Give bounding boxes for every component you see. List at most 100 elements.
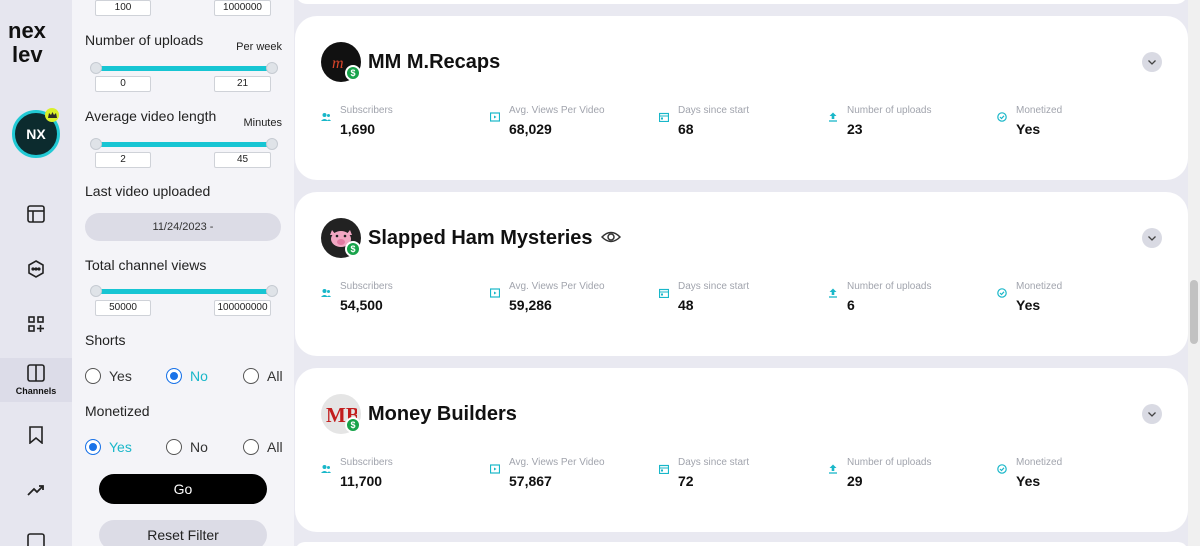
channel-name[interactable]: Money Builders [368, 403, 517, 426]
total-views-label: Total channel views [85, 257, 207, 273]
total-views-min-input[interactable]: 50000 [95, 300, 151, 316]
upload-icon [829, 288, 837, 298]
svg-text:lev: lev [12, 42, 43, 66]
video-length-min-handle[interactable] [90, 138, 102, 150]
video-length-min-input[interactable]: 2 [95, 152, 151, 168]
channel-card[interactable]: MB $ Money Builders Subscribers 11,700 A… [295, 368, 1188, 532]
chat-icon [28, 260, 44, 278]
monetized-radio-group: Yes No All [85, 439, 285, 459]
users-icon [321, 465, 331, 473]
go-button[interactable]: Go [99, 474, 267, 504]
rail-item-more[interactable] [0, 520, 72, 546]
days-value: 72 [678, 473, 694, 489]
rail-item-channels[interactable]: Channels [0, 358, 72, 402]
video-icon [490, 288, 500, 298]
bookmark-icon [29, 426, 43, 444]
monetized-value: Yes [1016, 473, 1041, 489]
total-views-max-input[interactable]: 100000000 [214, 300, 271, 316]
calendar-icon [659, 112, 669, 122]
uploads-slider[interactable] [90, 62, 278, 74]
rail-item-chat[interactable] [0, 247, 72, 291]
icon-rail: nex lev NX Channels [0, 0, 72, 546]
shorts-no-radio[interactable]: No [166, 368, 208, 384]
users-icon [321, 113, 331, 121]
shorts-yes-radio[interactable]: Yes [85, 368, 132, 384]
uploads-min-input[interactable]: 0 [95, 76, 151, 92]
video-length-max-handle[interactable] [266, 138, 278, 150]
upload-icon [829, 464, 837, 474]
expand-chevron-icon[interactable] [1142, 52, 1162, 72]
last-uploaded-date-picker[interactable]: 11/24/2023 - [85, 213, 281, 241]
expand-chevron-icon[interactable] [1142, 228, 1162, 248]
apps-add-icon [28, 316, 44, 332]
filter-panel: 100 1000000 Number of uploads Per week 0… [72, 0, 294, 546]
check-circle-icon [997, 288, 1007, 298]
channel-card[interactable]: $ Slapped Ham Mysteries Subscribers 54,5… [295, 192, 1188, 356]
uploads-max-handle[interactable] [266, 62, 278, 74]
channel-card[interactable]: m $ MM M.Recaps Subscribers 1,690 Avg. V… [295, 16, 1188, 180]
monetized-value: Yes [1016, 297, 1041, 313]
rail-item-bookmark[interactable] [0, 413, 72, 457]
uploads-value: 29 [847, 473, 863, 489]
uploads-label: Number of uploads [85, 32, 204, 48]
check-circle-icon [997, 464, 1007, 474]
uploads-min-handle[interactable] [90, 62, 102, 74]
monetized-dollar-icon: $ [345, 65, 361, 81]
video-icon [490, 464, 500, 474]
page-scrollbar[interactable] [1188, 0, 1200, 546]
subscribers-value: 11,700 [340, 473, 383, 489]
subscribers-value: 54,500 [340, 297, 383, 313]
last-uploaded-label: Last video uploaded [85, 183, 211, 199]
monetized-all-radio[interactable]: All [243, 439, 283, 455]
total-views-min-handle[interactable] [90, 285, 102, 297]
channel-card-partial-bottom [295, 542, 1188, 546]
scrollbar-thumb[interactable] [1190, 280, 1198, 344]
nexlev-logo[interactable]: nex lev [8, 18, 64, 66]
expand-chevron-icon[interactable] [1142, 404, 1162, 424]
upload-icon [829, 112, 837, 122]
columns-icon [27, 364, 45, 382]
monetized-value: Yes [1016, 121, 1041, 137]
total-views-max-handle[interactable] [266, 285, 278, 297]
video-length-label: Average video length [85, 108, 217, 124]
monetized-dollar-icon: $ [345, 417, 361, 433]
rail-channels-label: Channels [15, 386, 57, 396]
rail-item-layout[interactable] [0, 192, 72, 236]
trending-icon [27, 485, 44, 496]
crown-icon [45, 108, 59, 122]
calendar-icon [659, 464, 669, 474]
monetized-label: Monetized [85, 403, 150, 419]
video-icon [490, 112, 500, 122]
eye-icon[interactable] [601, 230, 621, 244]
uploads-value: 6 [847, 297, 855, 313]
uploads-unit: Per week [236, 41, 282, 53]
video-length-slider[interactable] [90, 138, 278, 150]
channel-name[interactable]: Slapped Ham Mysteries [368, 227, 593, 250]
avg-views-value: 57,867 [509, 473, 552, 489]
days-value: 68 [678, 121, 694, 137]
avg-views-value: 59,286 [509, 297, 552, 313]
range-min-input[interactable]: 100 [95, 0, 151, 16]
monetized-no-radio[interactable]: No [166, 439, 208, 455]
users-icon [321, 289, 331, 297]
avatar-initials: NX [26, 126, 46, 142]
monetized-yes-radio[interactable]: Yes [85, 439, 132, 455]
range-max-input[interactable]: 1000000 [214, 0, 271, 16]
monetized-dollar-icon: $ [345, 241, 361, 257]
calendar-icon [659, 288, 669, 298]
shorts-all-radio[interactable]: All [243, 368, 283, 384]
uploads-value: 23 [847, 121, 863, 137]
days-value: 48 [678, 297, 694, 313]
reset-filter-button[interactable]: Reset Filter [99, 520, 267, 546]
rail-item-trending[interactable] [0, 468, 72, 512]
shorts-radio-group: Yes No All [85, 368, 285, 388]
channel-name[interactable]: MM M.Recaps [368, 51, 500, 74]
uploads-max-input[interactable]: 21 [214, 76, 271, 92]
subscribers-value: 1,690 [340, 121, 376, 137]
video-length-max-input[interactable]: 45 [214, 152, 271, 168]
total-views-slider[interactable] [90, 285, 278, 297]
check-circle-icon [997, 112, 1007, 122]
rail-item-apps[interactable] [0, 302, 72, 346]
svg-text:nex: nex [8, 18, 47, 43]
message-icon [27, 533, 45, 546]
